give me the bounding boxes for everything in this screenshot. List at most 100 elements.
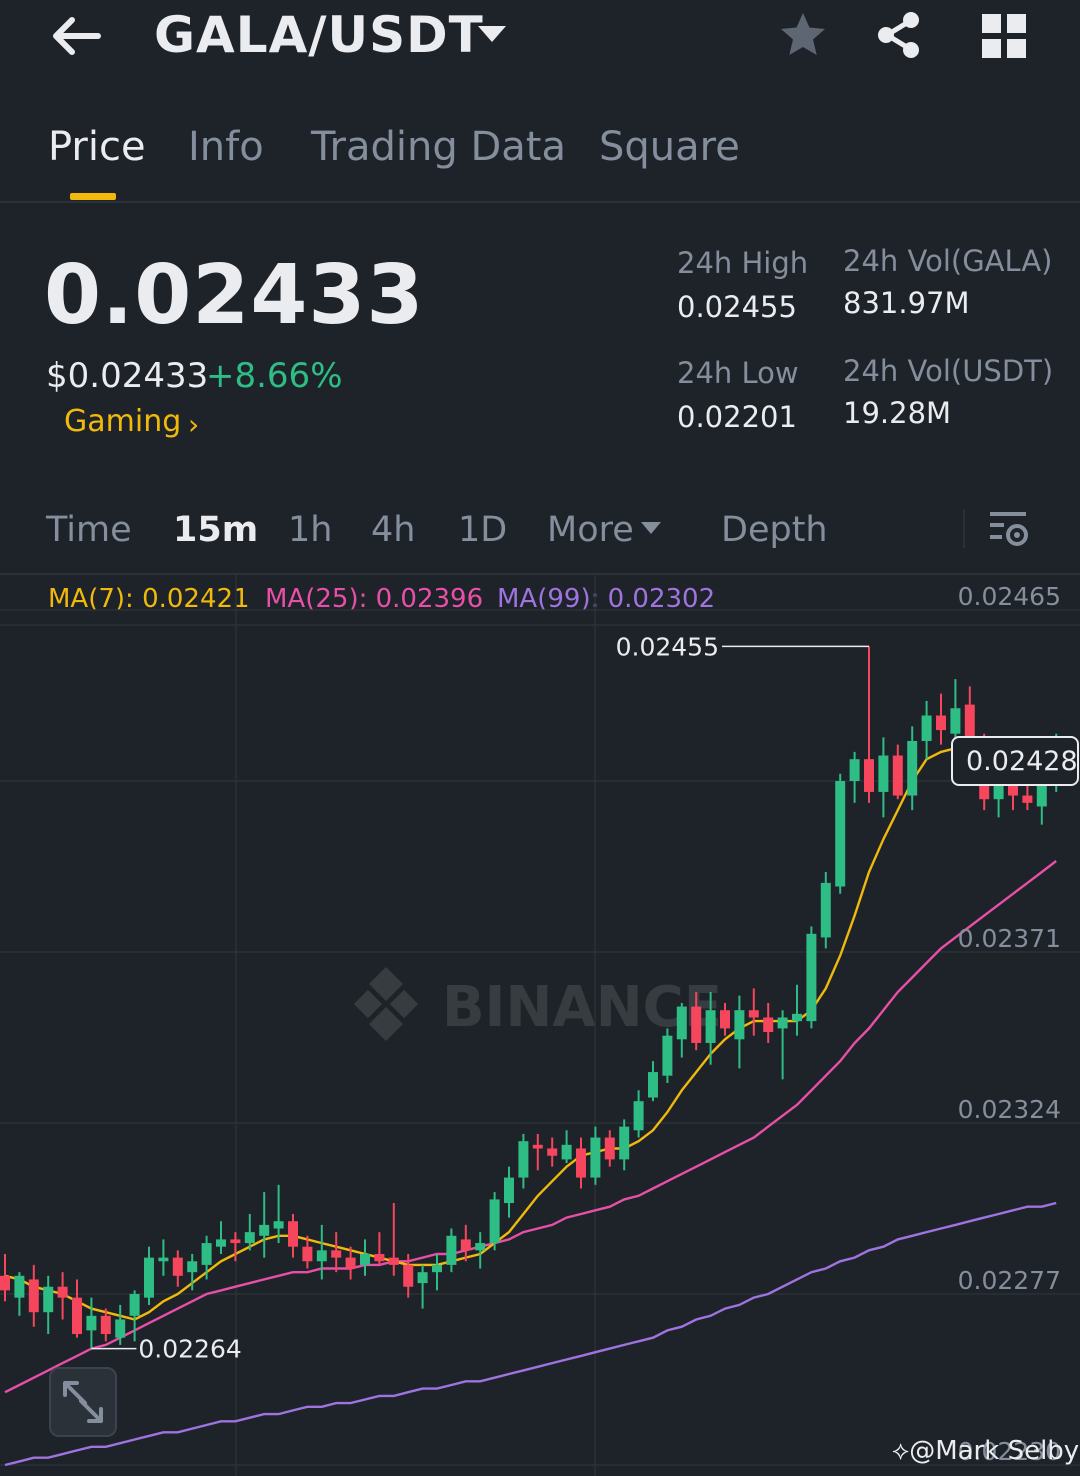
candle-body <box>0 1275 10 1291</box>
candle-body <box>388 1257 399 1265</box>
low-label: 24h Low <box>677 356 799 390</box>
high-label: 24h High <box>677 246 809 280</box>
candle-body <box>201 1243 212 1265</box>
candle-body <box>734 1010 745 1040</box>
tab-trading-data[interactable]: Trading Data <box>311 124 566 170</box>
candle-body <box>432 1264 442 1273</box>
interval-4h[interactable]: 4h <box>371 510 415 550</box>
pair-title[interactable]: GALA/USDT <box>154 6 484 64</box>
candle-body <box>835 781 846 887</box>
candle-body <box>43 1286 54 1313</box>
vol-base-label: 24h Vol(GALA) <box>843 244 1053 278</box>
axis-label: 0.02324 <box>958 1095 1061 1124</box>
caret-down-icon[interactable] <box>476 22 508 46</box>
candle-body <box>129 1294 140 1316</box>
category-link[interactable]: Gaming <box>64 404 181 439</box>
candle-body <box>633 1101 644 1131</box>
candle-body <box>259 1224 270 1236</box>
candle-body <box>72 1297 82 1335</box>
star-icon[interactable] <box>778 10 828 60</box>
candle-body <box>864 759 874 792</box>
candle-body <box>100 1315 111 1335</box>
price-change-percent: +8.66% <box>206 356 343 396</box>
interval-15m[interactable]: 15m <box>173 510 258 550</box>
candle-body <box>878 755 889 792</box>
candle-body <box>244 1232 255 1244</box>
candle-body <box>1022 795 1033 803</box>
candle-body <box>777 1017 788 1029</box>
binance-logo-icon: ⟡ <box>892 1436 910 1466</box>
candle-body <box>14 1275 25 1298</box>
candle-body <box>158 1257 169 1262</box>
interval-more[interactable]: More <box>547 510 634 550</box>
candle-body <box>288 1221 298 1247</box>
candle-body <box>892 755 903 796</box>
candle-body <box>806 933 817 1022</box>
credit-text: @Mark Selby <box>909 1436 1080 1466</box>
candle-body <box>691 1006 702 1043</box>
candle-body <box>547 1148 558 1156</box>
candle-body <box>504 1177 514 1204</box>
candles <box>0 646 1062 1349</box>
candlestick-chart[interactable]: 0.024550.02264 0.024650.024180.023710.02… <box>0 575 1080 1476</box>
chevron-right-icon[interactable]: › <box>188 408 199 441</box>
vol-quote-value: 19.28M <box>843 396 952 430</box>
candle-body <box>475 1243 486 1251</box>
share-icon[interactable] <box>874 10 924 60</box>
candle-body <box>763 1017 774 1033</box>
candle-body <box>518 1141 529 1178</box>
candle-body <box>446 1235 457 1265</box>
candle-body <box>144 1257 154 1298</box>
divider <box>963 510 965 548</box>
candle-body <box>115 1319 126 1338</box>
candle-body <box>705 1010 716 1043</box>
fullscreen-icon[interactable] <box>49 1367 117 1437</box>
candle-body <box>561 1144 572 1160</box>
interval-1h[interactable]: 1h <box>288 510 332 550</box>
chart-settings-icon[interactable] <box>986 508 1030 550</box>
tab-square[interactable]: Square <box>599 124 740 170</box>
grid-icon[interactable] <box>980 12 1028 60</box>
high-marker-label: 0.02455 <box>616 632 719 661</box>
low-marker-label: 0.02264 <box>138 1335 241 1364</box>
back-arrow-icon[interactable] <box>48 8 108 64</box>
candle-body <box>648 1072 658 1098</box>
axis-label: 0.02371 <box>958 924 1061 953</box>
candle-body <box>172 1257 183 1276</box>
candle-body <box>748 1010 759 1018</box>
usd-price: $0.02433 <box>46 356 209 396</box>
tab-price[interactable]: Price <box>48 124 146 170</box>
candle-body <box>417 1272 428 1284</box>
candle-body <box>345 1257 356 1269</box>
candle-body <box>604 1137 615 1160</box>
candle-body <box>489 1199 500 1244</box>
candle-body <box>576 1148 586 1178</box>
candle-body <box>532 1144 543 1149</box>
candle-body <box>1036 784 1047 807</box>
candle-body <box>28 1279 39 1313</box>
candle-body <box>374 1253 385 1262</box>
low-value: 0.02201 <box>677 400 797 434</box>
last-price: 0.02433 <box>44 248 425 343</box>
candle-body <box>302 1246 313 1262</box>
high-value: 0.02455 <box>677 290 797 324</box>
interval-1d[interactable]: 1D <box>458 510 507 550</box>
tab-info[interactable]: Info <box>188 124 264 170</box>
candle-body <box>230 1239 241 1244</box>
candle-body <box>849 759 860 781</box>
interval-time[interactable]: Time <box>46 510 132 550</box>
candle-body <box>273 1221 284 1229</box>
depth-tab[interactable]: Depth <box>721 510 828 550</box>
candle-body <box>619 1126 630 1160</box>
axis-label: 0.02277 <box>958 1266 1061 1295</box>
candle-body <box>86 1315 97 1331</box>
candle-body <box>662 1035 673 1076</box>
candle-body <box>460 1239 471 1251</box>
candle-body <box>720 1010 730 1029</box>
candle-body <box>590 1137 601 1178</box>
caret-down-icon[interactable] <box>640 520 662 536</box>
candle-body <box>676 1006 687 1040</box>
candle-body <box>57 1286 68 1298</box>
ma25-line <box>4 860 1057 1394</box>
vol-quote-label: 24h Vol(USDT) <box>843 354 1054 388</box>
